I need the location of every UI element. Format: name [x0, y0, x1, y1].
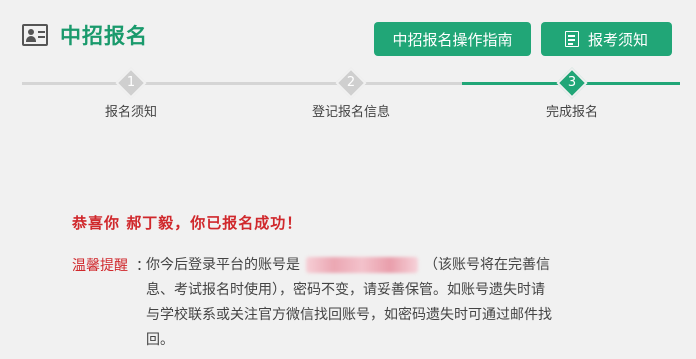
reminder-line-3: 与学校联系或关注官方微信找回账号，如密码遗失时可通过邮件找	[146, 307, 552, 323]
progress-steps: 1 报名须知 2 登记报名信息 3 完成报名	[0, 67, 696, 130]
step-2-number: 2	[346, 75, 356, 90]
step-1-label: 报名须知	[104, 105, 157, 120]
reminder-line-4: 回。	[146, 332, 174, 348]
step-1-number: 1	[126, 75, 136, 90]
title-area: 中招报名	[22, 20, 148, 50]
exam-notice-button[interactable]: 报考须知	[541, 22, 672, 56]
success-message: 恭喜你 郝丁毅，你已报名成功！	[72, 214, 303, 232]
reminder-line-1b: （该账号将在完善信	[424, 257, 550, 273]
step-2-label: 登记报名信息	[311, 105, 390, 120]
page-title: 中招报名	[60, 24, 148, 48]
step-3-label: 完成报名	[545, 105, 598, 120]
reminder-line-1a: 你今后登录平台的账号是	[146, 257, 300, 273]
reminder-label: 温馨提醒	[72, 258, 128, 274]
reminder-text: 你今后登录平台的账号是 （该账号将在完善信 息、考试报名时使用），密码不变，请妥善…	[146, 253, 586, 353]
registration-guide-button[interactable]: 中招报名操作指南	[374, 22, 531, 56]
reminder-line-2: 息、考试报名时使用），密码不变，请妥善保管。如账号遗失时请	[146, 282, 545, 298]
step-3-number: 3	[567, 75, 577, 90]
exam-notice-label: 报考须知	[587, 30, 648, 49]
header: 中招报名 中招报名操作指南 报考须知	[0, 0, 696, 70]
progress-track-completed	[22, 82, 462, 85]
registration-guide-label: 中招报名操作指南	[392, 30, 513, 49]
id-card-icon	[22, 24, 48, 46]
document-icon	[564, 31, 579, 47]
redacted-account	[306, 257, 418, 273]
